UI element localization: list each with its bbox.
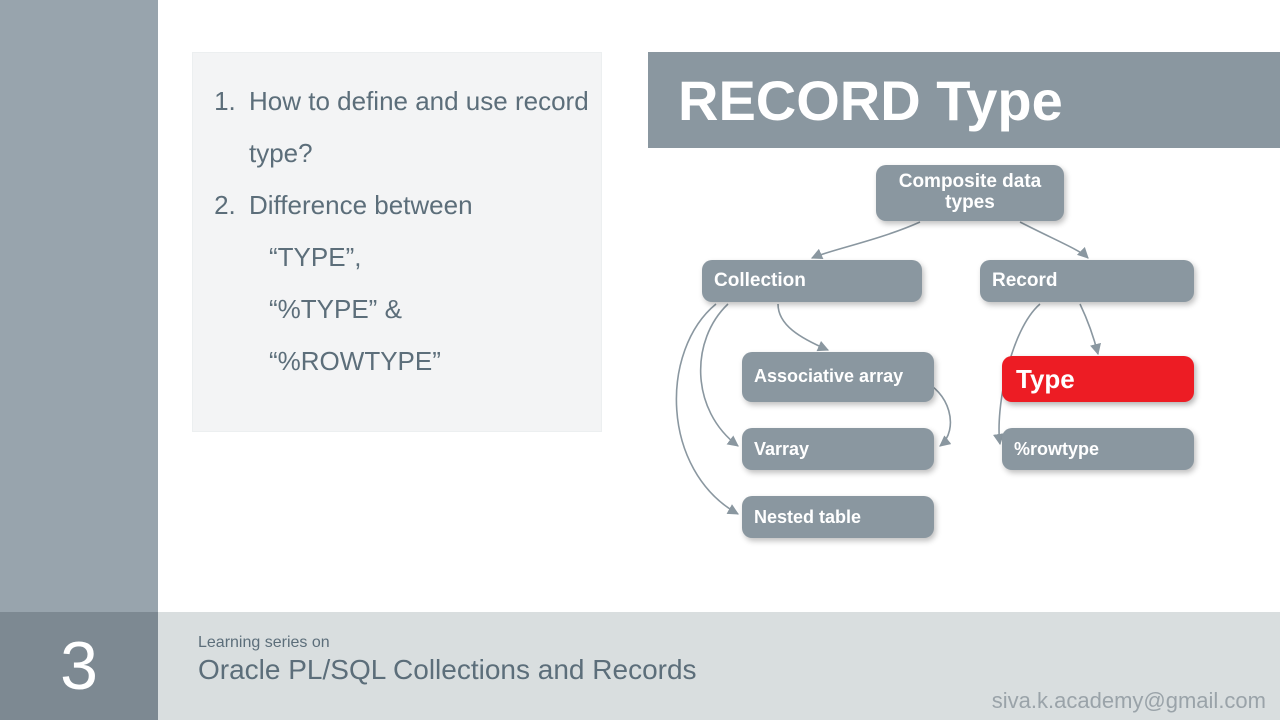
footer-email: siva.k.academy@gmail.com: [992, 688, 1266, 714]
question-1: How to define and use record type?: [243, 75, 591, 179]
node-rowtype-label: %rowtype: [1014, 439, 1099, 460]
node-type-label: Type: [1016, 364, 1075, 395]
node-varray: Varray: [742, 428, 934, 470]
node-varray-label: Varray: [754, 439, 809, 460]
questions-panel: How to define and use record type? Diffe…: [192, 52, 602, 432]
diagram: Composite data types Collection Record A…: [650, 160, 1280, 580]
node-rowtype: %rowtype: [1002, 428, 1194, 470]
sub-rowtype: “%ROWTYPE”: [269, 335, 591, 387]
sub-type: “TYPE”,: [269, 231, 591, 283]
footer-headline: Oracle PL/SQL Collections and Records: [198, 654, 697, 686]
question-2: Difference between: [243, 179, 591, 231]
question-subitems: “TYPE”, “%TYPE” & “%ROWTYPE”: [269, 231, 591, 387]
node-record: Record: [980, 260, 1194, 302]
footer-eyebrow: Learning series on: [198, 634, 697, 652]
page-title: RECORD Type: [648, 52, 1280, 148]
sub-pct-type: “%TYPE” &: [269, 283, 591, 335]
slide-number: 3: [0, 612, 158, 720]
node-nested-table: Nested table: [742, 496, 934, 538]
node-type: Type: [1002, 356, 1194, 402]
node-root-label: Composite data types: [888, 172, 1052, 214]
node-nested-table-label: Nested table: [754, 507, 861, 528]
node-assoc-array: Associative array: [742, 352, 934, 402]
node-collection-label: Collection: [714, 270, 806, 292]
questions-list: How to define and use record type? Diffe…: [243, 75, 591, 231]
footer-text: Learning series on Oracle PL/SQL Collect…: [198, 634, 697, 686]
node-collection: Collection: [702, 260, 922, 302]
node-record-label: Record: [992, 270, 1057, 292]
node-assoc-array-label: Associative array: [754, 367, 903, 387]
node-root: Composite data types: [876, 165, 1064, 221]
